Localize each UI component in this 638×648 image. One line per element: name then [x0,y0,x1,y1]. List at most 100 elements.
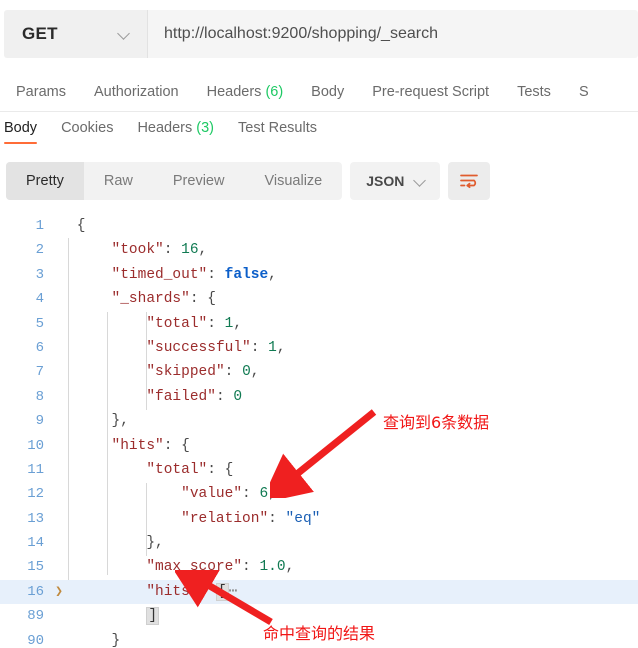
code-token-p: , [198,242,208,259]
code-token-k: "skipped" [146,364,225,381]
code-token-ell: ⋯ [228,583,238,600]
code-token-p: { [76,218,86,234]
code-line[interactable]: 14 }, [0,531,638,555]
code-token-k: "failed" [146,388,216,405]
code-line[interactable]: 7 "skipped": 0, [0,360,638,384]
format-tab-raw[interactable]: Raw [84,162,153,200]
request-url-input[interactable]: http://localhost:9200/shopping/_search [148,10,638,58]
code-token-p: , [276,339,286,356]
code-token-k: "max_score" [146,559,243,576]
code-token-str: "eq" [285,510,321,527]
word-wrap-icon [460,174,479,189]
code-line[interactable]: 15 "max_score": 1.0, [0,555,638,579]
response-tab-body[interactable]: Body [2,116,49,146]
code-line[interactable]: 13 "relation": "eq" [0,507,638,531]
code-line[interactable]: 11 "total": { [0,458,638,482]
code-line[interactable]: 5 "total": 1, [0,312,638,336]
request-tab-params[interactable]: Params [2,78,80,106]
code-token-brk: ] [146,607,160,626]
code-token-num: 16 [181,242,199,259]
fold-gutter [52,604,66,628]
response-tab-test-results[interactable]: Test Results [226,116,329,146]
response-tab-label: Cookies [61,120,114,136]
code-line-content: "successful": 1, [66,336,638,360]
format-tab-label: Raw [103,173,133,189]
code-line-content: "total": 1, [66,312,638,336]
code-token-p: }, [111,413,129,430]
request-tab-s[interactable]: S [565,78,603,106]
line-number: 14 [27,535,44,552]
fold-gutter [52,507,66,531]
language-label: JSON [366,173,405,189]
code-token-k: "successful" [146,339,251,356]
code-line[interactable]: 9 }, [0,409,638,433]
fold-gutter [52,434,66,458]
fold-gutter [52,458,66,482]
line-number: 1 [35,218,44,234]
fold-gutter [52,214,66,238]
fold-gutter [52,263,66,287]
fold-chevron-icon[interactable]: ❯ [52,580,66,604]
fold-gutter [52,482,66,506]
format-tab-label: Preview [172,173,225,189]
code-line[interactable]: 12 "value": 6, [0,482,638,506]
request-tab-headers[interactable]: Headers (6) [193,78,298,106]
request-tab-label: Params [16,83,66,100]
line-number: 15 [27,559,44,576]
response-tabs: Body Cookies Headers (3) Test Results [0,116,638,154]
request-tab-tests[interactable]: Tests [503,78,565,106]
code-token-p: , [268,266,277,283]
code-line[interactable]: 16 ❯ "hits": [⋯ [0,579,638,605]
code-line[interactable]: 10 "hits": { [0,434,638,458]
code-token-p: }, [146,535,164,552]
code-line[interactable]: 8 "failed": 0 [0,385,638,409]
code-token-k: "_shards" [111,291,190,308]
code-token-num: 6 [259,486,269,503]
code-token-p: : [224,364,243,381]
code-line[interactable]: 1 { [0,214,638,238]
response-tab-headers[interactable]: Headers (3) [125,116,226,146]
request-tab-body[interactable]: Body [297,78,358,106]
code-line-content: }, [66,409,638,433]
chevron-down-icon [414,175,427,188]
response-body-code[interactable]: 1 {2 "took": 16, 3 "timed_out": false, 4 "… [0,214,638,648]
code-token-p: : [242,486,260,503]
fold-gutter [52,409,66,433]
code-line[interactable]: 2 "took": 16, [0,238,638,262]
code-line[interactable]: 3 "timed_out": false, [0,263,638,287]
word-wrap-button[interactable] [448,162,491,200]
line-number: 12 [27,486,44,503]
language-select[interactable]: JSON [350,162,441,200]
code-token-p: : [207,461,225,478]
request-tab-label: Pre-request Script [372,83,490,100]
response-tab-cookies[interactable]: Cookies [49,116,125,146]
format-tab-pretty[interactable]: Pretty [6,162,84,200]
code-token-k: "hits" [111,437,164,454]
code-token-k: "took" [111,242,164,259]
request-tab-authorization[interactable]: Authorization [80,78,193,106]
code-line[interactable]: 90 } [0,629,638,648]
http-method-select[interactable]: GET [4,10,148,58]
format-tab-preview[interactable]: Preview [153,162,245,200]
code-token-p: : [268,510,286,527]
format-tab-visualize[interactable]: Visualize [244,162,342,200]
code-token-p: : [163,242,182,259]
code-line[interactable]: 4 "_shards": { [0,287,638,311]
request-tab-pre-request-script[interactable]: Pre-request Script [358,78,503,106]
response-format-toolbar: Pretty Raw Preview Visualize JSON [6,162,491,200]
line-number: 5 [35,315,44,332]
code-line-content: }, [66,531,638,555]
fold-gutter [52,555,66,579]
code-line-content: "failed": 0 [66,385,638,409]
code-token-p: { [207,291,216,308]
code-line[interactable]: 6 "successful": 1, [0,336,638,360]
code-line[interactable]: 89 ] [0,604,638,628]
